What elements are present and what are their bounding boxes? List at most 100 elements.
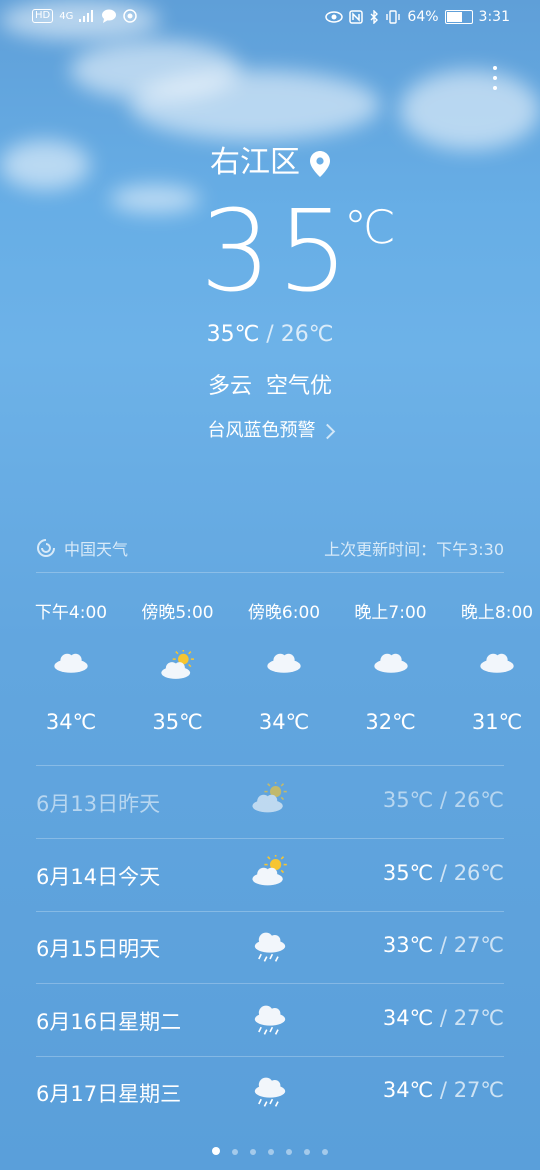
network-type: 4G: [59, 10, 74, 22]
hourly-item: 傍晚5:00 35℃: [125, 598, 231, 734]
daily-temp-range: 35℃ / 26℃: [383, 861, 504, 885]
daily-high: 35℃: [382, 788, 434, 812]
typhoon-warning-link[interactable]: 台风蓝色预警: [0, 416, 540, 442]
weather-china-logo-icon: [37, 539, 55, 557]
city-name: 右江区: [210, 145, 300, 180]
range-separator: /: [439, 860, 447, 885]
last-updated: 上次更新时间：下午3:30: [324, 540, 504, 559]
background-cloud: [110, 185, 200, 213]
daily-row[interactable]: 6月13日昨天 35℃ / 26℃: [36, 766, 504, 838]
hourly-item: 傍晚6:00 34℃: [231, 598, 337, 734]
hourly-temp: 32℃: [365, 710, 416, 734]
range-separator: /: [439, 933, 447, 957]
background-cloud: [130, 70, 380, 140]
rain-icon: [250, 1000, 290, 1040]
rain-icon: [250, 1072, 290, 1112]
hourly-item: 晚上7:00 32℃: [338, 598, 444, 734]
daily-date: 6月14日今天: [36, 864, 161, 889]
app-notification-icon: [123, 9, 138, 23]
daily-date: 6月16日星期二: [36, 1009, 182, 1034]
partly-sunny-icon: [250, 780, 290, 822]
range-separator: /: [266, 322, 274, 347]
bluetooth-icon: [370, 10, 379, 24]
hourly-time: 晚上8:00: [460, 603, 534, 623]
warning-label: 台风蓝色预警: [207, 420, 316, 441]
range-separator: /: [439, 1078, 447, 1102]
cloud-icon: [231, 650, 337, 710]
signal-icon: [79, 10, 94, 22]
eye-comfort-icon: [325, 11, 344, 23]
hourly-time: 傍晚6:00: [247, 603, 321, 623]
daily-date: 6月13日昨天: [36, 792, 161, 816]
status-bar: HD 4G 64% 3:31: [0, 0, 540, 36]
hourly-forecast[interactable]: 下午4:00 34℃ 傍晚5:00 35℃ 傍晚6:00 34℃ 晚上7:00 32℃…: [0, 598, 540, 748]
page-dot: [304, 1149, 310, 1155]
current-temperature: 35: [200, 187, 355, 317]
daily-low: 27℃: [453, 1078, 504, 1102]
daily-row[interactable]: 6月17日星期三 34℃ / 27℃: [36, 1056, 504, 1128]
divider: [36, 572, 504, 573]
source-provider: 中国天气: [64, 540, 129, 559]
daily-low: 26℃: [453, 788, 504, 812]
temperature-unit: ℃: [344, 200, 396, 254]
hourly-temp: 34℃: [258, 710, 310, 734]
daily-high: 35℃: [382, 860, 434, 885]
air-quality[interactable]: 空气优: [266, 374, 332, 399]
more-options-icon[interactable]: [490, 66, 500, 96]
hourly-temp: 35℃: [152, 710, 203, 734]
hourly-time: 下午4:00: [34, 603, 108, 623]
daily-date: 6月15日明天: [36, 937, 161, 961]
today-range: 35℃ / 26℃: [0, 322, 540, 347]
location-pin-icon: [310, 150, 330, 177]
daily-high: 34℃: [382, 1005, 434, 1030]
location-header[interactable]: 右江区: [0, 137, 540, 181]
message-icon: [102, 9, 117, 23]
partly-sunny-icon: [125, 648, 231, 710]
daily-low: 27℃: [453, 1005, 504, 1030]
battery-percent: 64%: [407, 9, 439, 25]
hourly-time: 晚上7:00: [354, 603, 427, 623]
page-dot: [212, 1147, 220, 1155]
daily-temp-range: 34℃ / 27℃: [383, 1006, 504, 1030]
daily-temp-range: 33℃ / 27℃: [383, 933, 504, 957]
vibrate-icon: [386, 10, 401, 24]
daily-high: 34℃: [382, 1078, 434, 1102]
source-row: 中国天气 上次更新时间：下午3:30: [36, 536, 504, 559]
hd-badge: HD: [32, 9, 54, 23]
partly-sunny-icon: [250, 852, 290, 895]
page-dot: [286, 1149, 292, 1155]
chevron-right-icon: [319, 423, 335, 439]
cloud-icon: [338, 650, 444, 710]
condition-row: 多云 空气优: [0, 368, 540, 400]
daily-low: 26℃: [453, 860, 504, 885]
hourly-item: 晚上8:00 31℃: [444, 598, 540, 734]
daily-low: 27℃: [453, 933, 504, 957]
hourly-time: 傍晚5:00: [141, 603, 214, 623]
hourly-item: 下午4:00 34℃: [18, 598, 124, 734]
hourly-temp: 34℃: [45, 710, 97, 734]
range-separator: /: [439, 788, 447, 812]
page-dot: [250, 1149, 256, 1155]
hourly-temp: 31℃: [471, 710, 523, 734]
today-high: 35℃: [206, 322, 260, 347]
daily-high: 33℃: [382, 933, 434, 957]
rain-icon: [250, 927, 290, 967]
cloud-icon: [444, 650, 540, 710]
daily-row[interactable]: 6月15日明天 33℃ / 27℃: [36, 911, 504, 983]
daily-temp-range: 34℃ / 27℃: [383, 1078, 504, 1102]
daily-date: 6月17日星期三: [36, 1082, 182, 1106]
clock: 3:31: [478, 9, 510, 25]
weather-condition: 多云: [207, 374, 252, 399]
battery-icon: [444, 10, 473, 24]
page-indicator: [0, 1140, 540, 1159]
cloud-icon: [18, 650, 124, 710]
nfc-icon: [349, 10, 364, 24]
daily-temp-range: 35℃ / 26℃: [383, 788, 504, 812]
page-dot: [232, 1149, 238, 1155]
page-dot: [268, 1149, 274, 1155]
range-separator: /: [439, 1005, 447, 1030]
daily-row[interactable]: 6月16日星期二 34℃ / 27℃: [36, 984, 504, 1056]
page-dot: [322, 1149, 328, 1155]
today-low: 26℃: [280, 322, 334, 347]
daily-row[interactable]: 6月14日今天 35℃ / 26℃: [36, 839, 504, 911]
